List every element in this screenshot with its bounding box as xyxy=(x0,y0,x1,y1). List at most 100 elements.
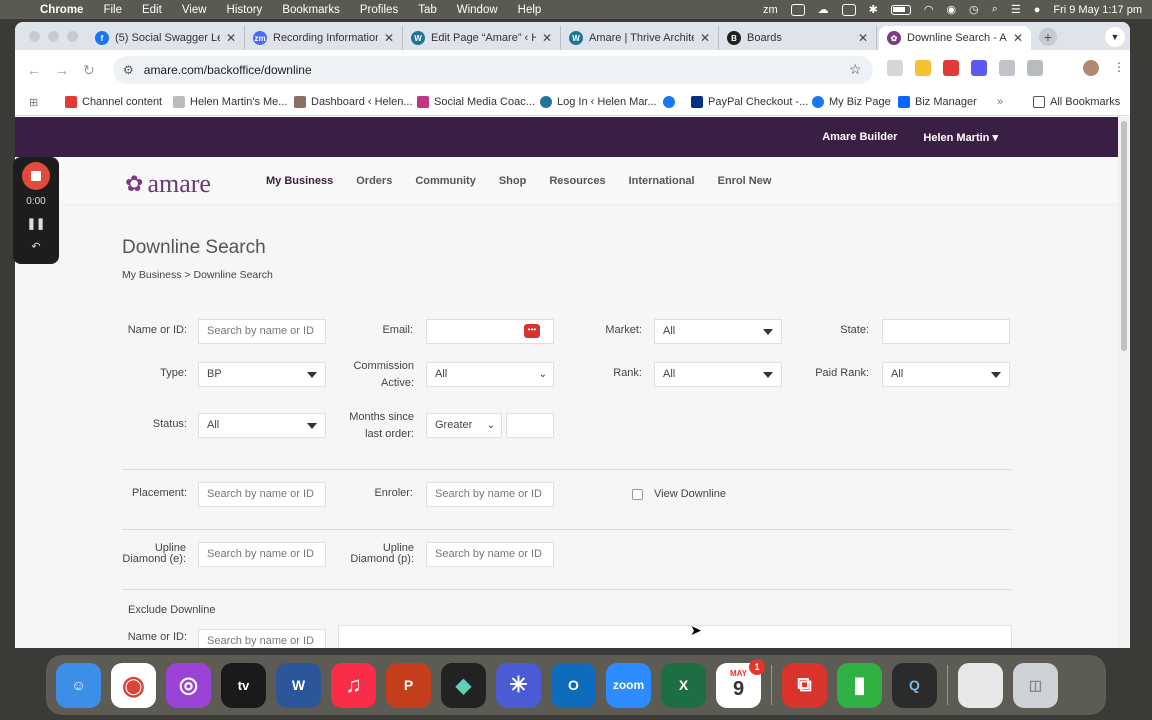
page-scrollbar[interactable] xyxy=(1118,117,1130,648)
tab-search-button[interactable]: ▼ xyxy=(1105,27,1125,47)
siri-icon[interactable]: ● xyxy=(1034,4,1041,16)
tab-boards[interactable]: B Boards ✕ xyxy=(719,26,877,50)
close-tab-icon[interactable]: ✕ xyxy=(700,31,710,45)
exclude-name-id-input[interactable]: Search by name or ID xyxy=(198,629,326,648)
screen-share-icon[interactable] xyxy=(790,3,805,16)
bookmark-item[interactable]: PayPal Checkout -... xyxy=(691,96,808,108)
extension-icon[interactable] xyxy=(971,60,987,76)
excel-icon[interactable]: X xyxy=(661,662,706,708)
quicktime-icon[interactable]: Q xyxy=(892,662,937,708)
extension-icon[interactable] xyxy=(915,60,931,76)
menu-chrome[interactable]: Chrome xyxy=(40,4,83,16)
capcut-icon[interactable]: ◆ xyxy=(441,662,486,708)
tab-downline-search[interactable]: ✿ Downline Search - Am ✕ xyxy=(879,26,1031,50)
pause-icon[interactable]: ❚❚ xyxy=(13,217,59,230)
close-tab-icon[interactable]: ✕ xyxy=(226,31,236,45)
state-input[interactable] xyxy=(882,319,1010,344)
type-select[interactable]: BP xyxy=(198,362,326,387)
bookmark-item[interactable]: Biz Manager xyxy=(898,96,977,108)
tab-recording-information[interactable]: zm Recording Information ✕ xyxy=(245,26,403,50)
apple-tv-icon[interactable]: tv xyxy=(221,662,266,708)
minimize-window-button[interactable] xyxy=(48,31,59,42)
menu-help[interactable]: Help xyxy=(518,4,542,16)
upline-diamond-e-input[interactable]: Search by name or ID xyxy=(198,542,326,567)
autofill-icon[interactable]: ••• xyxy=(524,324,540,338)
finder-icon[interactable]: ☺ xyxy=(56,662,101,708)
wifi-icon[interactable]: ◠ xyxy=(924,3,934,16)
upline-diamond-p-input[interactable]: Search by name or ID xyxy=(426,542,554,567)
outlook-icon[interactable]: O xyxy=(551,662,596,708)
search-icon[interactable]: ⌕ xyxy=(992,3,998,16)
tab-thrive-architect[interactable]: W Amare | Thrive Archite ✕ xyxy=(561,26,719,50)
placement-input[interactable]: Search by name or ID xyxy=(198,482,326,507)
nav-enrol-new[interactable]: Enrol New xyxy=(718,175,772,187)
bluetooth-icon[interactable]: ✱ xyxy=(869,3,878,16)
new-tab-button[interactable]: + xyxy=(1039,28,1057,46)
window-icon[interactable] xyxy=(841,3,856,16)
apps-icon[interactable]: ⊞ xyxy=(29,96,38,109)
datetime[interactable]: Fri 9 May 1:17 pm xyxy=(1053,4,1142,16)
menu-history[interactable]: History xyxy=(227,4,263,16)
commission-active-select[interactable]: All ⌄ xyxy=(426,362,554,387)
cloud-icon[interactable]: ☁ xyxy=(818,3,829,16)
exclude-list-box[interactable] xyxy=(338,625,1012,648)
enroler-input[interactable]: Search by name or ID xyxy=(426,482,554,507)
bookmark-star-icon[interactable]: ☆ xyxy=(849,61,862,78)
bookmark-item[interactable]: Helen Martin's Me... xyxy=(173,96,287,108)
nav-resources[interactable]: Resources xyxy=(549,175,605,187)
nav-orders[interactable]: Orders xyxy=(356,175,392,187)
control-center-icon[interactable]: ◉ xyxy=(946,3,956,16)
bookmark-item[interactable]: Channel content xyxy=(65,96,162,108)
powerpoint-icon[interactable]: P xyxy=(386,662,431,708)
address-bar[interactable]: ⚙ amare.com/backoffice/downline xyxy=(113,56,873,84)
paid-rank-select[interactable]: All xyxy=(882,362,1010,387)
perplexity-icon[interactable]: ✳ xyxy=(496,662,541,708)
calendar-icon[interactable]: MAY 9 1 xyxy=(716,658,765,708)
document-icon[interactable] xyxy=(958,662,1003,708)
close-window-button[interactable] xyxy=(29,31,40,42)
bookmark-item[interactable] xyxy=(663,96,675,108)
avatar[interactable] xyxy=(1083,60,1099,76)
name-id-input[interactable]: Search by name or ID xyxy=(198,319,326,344)
stop-recording-button[interactable] xyxy=(22,162,50,190)
puzzle-icon[interactable] xyxy=(1027,60,1043,76)
battery-icon[interactable] xyxy=(890,4,911,15)
more-menu-icon[interactable]: ⋮ xyxy=(1111,60,1127,76)
amare-builder-link[interactable]: Amare Builder xyxy=(822,131,897,143)
zoom-icon[interactable]: zoom xyxy=(606,662,651,708)
menu-edit[interactable]: Edit xyxy=(142,4,162,16)
tab-edit-page[interactable]: W Edit Page “Amare” ‹ H ✕ xyxy=(403,26,561,50)
menu-bookmarks[interactable]: Bookmarks xyxy=(282,4,340,16)
months-input[interactable] xyxy=(506,413,554,438)
reload-icon[interactable]: ↻ xyxy=(83,62,95,79)
status-select[interactable]: All xyxy=(198,413,326,438)
toggle-icon[interactable]: ☰ xyxy=(1011,3,1021,16)
all-bookmarks[interactable]: All Bookmarks xyxy=(1033,96,1120,108)
bookmark-item[interactable]: Dashboard ‹ Helen... xyxy=(294,96,413,108)
chrome-icon[interactable]: ◉ xyxy=(111,662,156,708)
trash-icon[interactable]: ◫ xyxy=(1013,662,1058,708)
market-select[interactable]: All xyxy=(654,319,782,344)
forward-icon[interactable]: → xyxy=(55,62,69,78)
amare-logo[interactable]: ✿ amare xyxy=(125,169,211,199)
podcasts-icon[interactable]: ◎ xyxy=(166,662,211,708)
close-tab-icon[interactable]: ✕ xyxy=(1013,31,1023,45)
rank-select[interactable]: All xyxy=(654,362,782,387)
music-icon[interactable]: ♫ xyxy=(331,662,376,708)
clock-icon[interactable]: ◷ xyxy=(969,3,979,16)
extension-icon[interactable] xyxy=(887,60,903,76)
menu-tab[interactable]: Tab xyxy=(418,4,437,16)
close-tab-icon[interactable]: ✕ xyxy=(858,31,868,45)
menu-file[interactable]: File xyxy=(103,4,122,16)
menu-profiles[interactable]: Profiles xyxy=(360,4,398,16)
numbers-icon[interactable]: ▮ xyxy=(837,662,882,708)
extension-icon[interactable] xyxy=(999,60,1015,76)
months-operator-select[interactable]: Greater ⌄ xyxy=(426,413,502,438)
menu-view[interactable]: View xyxy=(182,4,207,16)
close-tab-icon[interactable]: ✕ xyxy=(384,31,394,45)
breadcrumb[interactable]: My Business > Downline Search xyxy=(122,269,273,281)
bookmark-item[interactable]: Social Media Coac... xyxy=(417,96,535,108)
extension-icon[interactable] xyxy=(943,60,959,76)
undo-icon[interactable]: ↶ xyxy=(13,240,59,253)
tab-social-swagger[interactable]: f (5) Social Swagger Le ✕ xyxy=(87,26,245,50)
